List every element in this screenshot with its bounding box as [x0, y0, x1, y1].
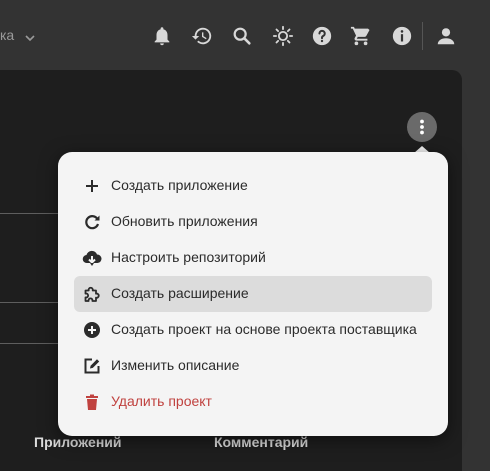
- menu-item-label: Удалить проект: [111, 393, 212, 409]
- chevron-down-icon[interactable]: [24, 31, 36, 43]
- add-circle-icon: [82, 320, 102, 340]
- trash-icon: [82, 392, 102, 412]
- column-header-comments[interactable]: Комментарий: [214, 434, 308, 450]
- top-bar: ка: [0, 0, 490, 70]
- refresh-icon: [82, 212, 102, 232]
- account-icon[interactable]: [435, 25, 457, 47]
- history-icon[interactable]: [191, 25, 213, 47]
- menu-item-configure-repo[interactable]: Настроить репозиторий: [74, 240, 432, 276]
- divider-line: [0, 213, 60, 214]
- divider-line: [0, 302, 60, 303]
- menu-item-create-extension[interactable]: Создать расширение: [74, 276, 432, 312]
- menu-item-label: Создать проект на основе проекта поставщ…: [111, 321, 417, 337]
- more-actions-button[interactable]: [407, 112, 437, 142]
- menu-item-update-apps[interactable]: Обновить приложения: [74, 204, 432, 240]
- bell-icon[interactable]: [151, 25, 173, 47]
- menu-item-label: Обновить приложения: [111, 213, 258, 229]
- more-vert-icon: [420, 119, 424, 135]
- menu-item-label: Создать расширение: [111, 285, 249, 301]
- column-header-applications[interactable]: Приложений: [34, 434, 122, 450]
- cloud-download-icon: [82, 248, 102, 268]
- menu-item-create-app[interactable]: Создать приложение: [74, 168, 432, 204]
- divider-line: [0, 343, 60, 344]
- menu-item-edit-description[interactable]: Изменить описание: [74, 348, 432, 384]
- search-icon[interactable]: [231, 25, 253, 47]
- menu-item-label: Настроить репозиторий: [111, 249, 266, 265]
- toolbar-divider: [422, 22, 423, 50]
- menu-item-label: Создать приложение: [111, 177, 248, 193]
- plus-icon: [82, 176, 102, 196]
- brightness-icon[interactable]: [272, 25, 294, 47]
- help-icon[interactable]: [311, 25, 333, 47]
- menu-item-delete-project[interactable]: Удалить проект: [74, 384, 432, 420]
- actions-menu: Создать приложение Обновить приложения Н…: [58, 152, 448, 436]
- puzzle-icon: [82, 284, 102, 304]
- menu-item-create-from-vendor[interactable]: Создать проект на основе проекта поставщ…: [74, 312, 432, 348]
- menu-item-label: Изменить описание: [111, 357, 240, 373]
- breadcrumb[interactable]: ка: [0, 27, 14, 43]
- edit-icon: [82, 356, 102, 376]
- info-icon[interactable]: [391, 25, 413, 47]
- cart-icon[interactable]: [350, 25, 372, 47]
